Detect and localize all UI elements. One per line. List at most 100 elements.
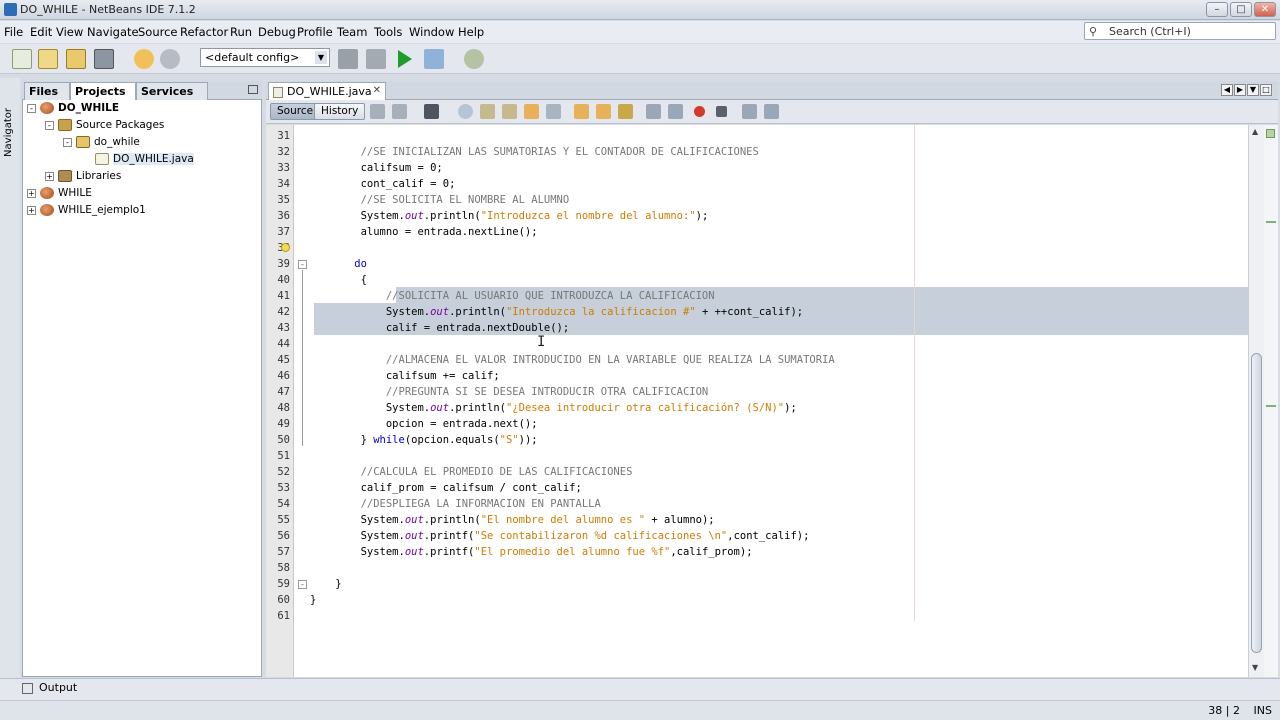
maximize-editor-icon[interactable]: □ [1260, 84, 1272, 96]
find-previous-icon[interactable] [480, 104, 495, 119]
collapse-icon[interactable]: - [63, 137, 72, 147]
tab-services[interactable]: Services [136, 82, 208, 100]
tree-node-while-ejemplo1[interactable]: + WHILE_ejemplo1 [27, 202, 146, 218]
build-hammer-icon[interactable] [338, 49, 358, 69]
back-icon[interactable] [392, 104, 407, 119]
code-line: calif_prom = califsum / cont_calif; [310, 480, 582, 496]
run-icon[interactable] [398, 50, 412, 68]
collapse-icon[interactable]: - [27, 103, 36, 113]
tab-files[interactable]: Files [24, 82, 70, 100]
collapse-icon[interactable]: - [45, 120, 54, 130]
uncomment-icon[interactable] [764, 104, 779, 119]
code-line: opcion = entrada.next(); [310, 416, 538, 432]
line-number: 50 [277, 434, 290, 446]
new-file-icon[interactable] [12, 49, 32, 69]
expand-icon[interactable]: + [27, 188, 36, 198]
lightbulb-hint-icon[interactable] [281, 243, 290, 252]
scroll-right-icon[interactable]: ▶ [1234, 84, 1246, 96]
menu-file[interactable]: File [4, 25, 23, 39]
tree-node-do-while[interactable]: - DO_WHILE [27, 100, 119, 116]
scroll-down-icon[interactable]: ▼ [1252, 663, 1258, 672]
menu-run[interactable]: Run [230, 25, 252, 39]
undo-icon[interactable] [134, 49, 154, 69]
tab-list-icon[interactable]: ▼ [1247, 84, 1259, 96]
tree-node-source-packages[interactable]: - Source Packages [45, 117, 164, 133]
source-button[interactable]: Source [270, 103, 321, 120]
expand-icon[interactable]: + [27, 205, 36, 215]
tree-node-package[interactable]: - do_while [63, 134, 140, 150]
code-editor[interactable]: //SE INICIALIZAN LAS SUMATORIAS Y EL CON… [310, 125, 1248, 677]
code-token: //SOLICITA AL USUARIO QUE INTRODUZCA LA … [310, 290, 715, 302]
stop-macro-icon[interactable] [716, 106, 727, 117]
menu-window[interactable]: Window [409, 25, 454, 39]
scroll-up-icon[interactable]: ▲ [1252, 127, 1258, 136]
code-token: out [404, 210, 424, 222]
line-number: 37 [277, 226, 290, 238]
scrollbar-thumb[interactable] [1251, 353, 1262, 653]
code-token: "El nombre del alumno es " [480, 514, 646, 526]
previous-bookmark-icon[interactable] [574, 104, 589, 119]
line-number: 57 [277, 546, 290, 558]
start-macro-icon[interactable] [694, 106, 705, 117]
output-icon [22, 682, 33, 694]
minimize-panel-icon[interactable] [248, 85, 258, 94]
menu-navigate[interactable]: Navigate [87, 25, 139, 39]
menu-refactor[interactable]: Refactor [180, 25, 228, 39]
annotation-mark[interactable] [1266, 405, 1276, 407]
history-button[interactable]: History [314, 103, 366, 120]
tree-node-java-file[interactable]: DO_WHILE.java [95, 151, 194, 167]
minimize-button[interactable]: – [1206, 2, 1228, 17]
clean-build-icon[interactable] [366, 49, 386, 69]
debug-icon[interactable] [424, 49, 444, 69]
save-all-icon[interactable] [94, 49, 114, 69]
menu-help[interactable]: Help [458, 25, 484, 39]
menu-tools[interactable]: Tools [374, 25, 402, 39]
navigator-tab[interactable]: Navigator [3, 108, 14, 157]
menu-source[interactable]: Source [138, 25, 178, 39]
config-select[interactable]: <default config> ▼ [200, 48, 330, 67]
fold-end-icon[interactable]: - [298, 580, 307, 589]
redo-icon[interactable] [160, 49, 180, 69]
shift-left-icon[interactable] [646, 104, 661, 119]
next-bookmark-icon[interactable] [596, 104, 611, 119]
find-icon[interactable] [458, 104, 473, 119]
close-tab-icon[interactable]: ✕ [373, 85, 381, 96]
comment-icon[interactable] [742, 104, 757, 119]
fold-toggle-icon[interactable]: - [298, 260, 307, 269]
toggle-bookmark-icon[interactable] [618, 104, 633, 119]
line-number: 48 [277, 402, 290, 414]
toggle-rect-select-icon[interactable] [546, 104, 561, 119]
close-button[interactable]: ✕ [1254, 2, 1276, 17]
forward-icon[interactable] [424, 104, 439, 119]
code-line: //PREGUNTA SI SE DESEA INTRODUCIR OTRA C… [310, 384, 708, 400]
find-next-icon[interactable] [502, 104, 517, 119]
editor-toolbar: Source History [266, 100, 1278, 124]
annotation-mark[interactable] [1266, 221, 1276, 223]
search-input[interactable]: ⚲ Search (Ctrl+I) [1084, 22, 1276, 40]
code-line: do [310, 256, 367, 272]
new-project-icon[interactable] [38, 49, 58, 69]
expand-icon[interactable]: + [45, 171, 54, 181]
last-edit-icon[interactable] [370, 104, 385, 119]
menu-debug[interactable]: Debug [258, 25, 296, 39]
shift-right-icon[interactable] [668, 104, 683, 119]
output-tab[interactable]: Output [22, 681, 77, 694]
menu-edit[interactable]: Edit [30, 25, 52, 39]
menu-view[interactable]: View [56, 25, 83, 39]
line-number: 49 [277, 418, 290, 430]
scroll-left-icon[interactable]: ◀ [1221, 84, 1233, 96]
tree-node-libraries[interactable]: + Libraries [45, 168, 121, 184]
menu-team[interactable]: Team [337, 25, 367, 39]
menu-profile[interactable]: Profile [297, 25, 333, 39]
caret-position: 38 | 2 [1208, 704, 1240, 717]
status-ok-icon [1266, 129, 1275, 138]
editor-tab-do-while[interactable]: DO_WHILE.java ✕ [268, 82, 386, 100]
tab-projects[interactable]: Projects [70, 82, 136, 100]
toggle-highlight-icon[interactable] [524, 104, 539, 119]
vertical-scrollbar[interactable]: ▲ ▼ [1248, 125, 1264, 677]
profile-icon[interactable] [464, 49, 484, 69]
maximize-button[interactable]: □ [1230, 2, 1252, 17]
open-project-icon[interactable] [66, 49, 86, 69]
tree-node-while[interactable]: + WHILE [27, 185, 92, 201]
